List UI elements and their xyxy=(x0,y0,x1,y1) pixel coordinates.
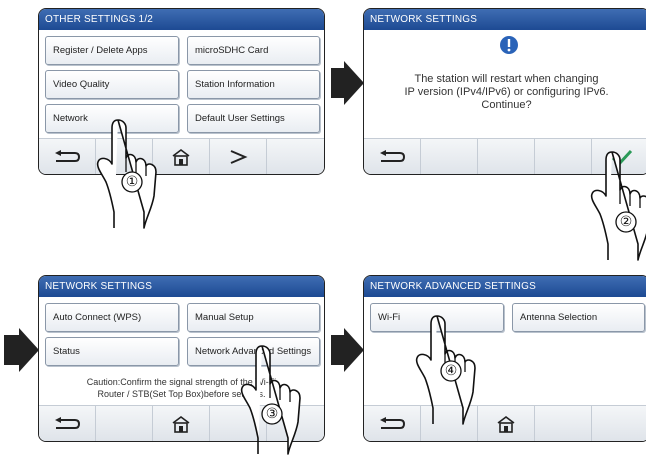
microsdhc-card-button[interactable]: microSDHC Card xyxy=(187,36,320,65)
home-icon xyxy=(172,149,190,166)
confirm-dialog: The station will restart when changing I… xyxy=(364,30,646,140)
network-restart-confirm-screen: NETWORK SETTINGS The station will restar… xyxy=(363,8,646,175)
step-number: ① xyxy=(126,174,139,190)
home-icon xyxy=(497,416,515,433)
flow-arrow-icon xyxy=(4,335,20,365)
manual-setup-button[interactable]: Manual Setup xyxy=(187,303,320,332)
back-arrow-icon xyxy=(380,150,406,162)
home-icon xyxy=(172,416,190,433)
home-button[interactable] xyxy=(153,139,210,174)
confirm-button[interactable] xyxy=(592,139,646,174)
antenna-selection-button[interactable]: Antenna Selection xyxy=(512,303,645,332)
toolbar-empty-slot xyxy=(267,139,324,174)
next-page-button[interactable] xyxy=(210,139,267,174)
back-arrow-icon xyxy=(380,417,406,429)
toolbar-empty-slot xyxy=(478,139,535,174)
bottom-toolbar xyxy=(364,405,646,441)
back-button[interactable] xyxy=(364,139,421,174)
screen-title: NETWORK ADVANCED SETTINGS xyxy=(364,276,646,297)
confirm-message-line: Continue? xyxy=(481,99,532,111)
network-menu: Auto Connect (WPS) Manual Setup Status N… xyxy=(39,297,324,407)
back-button[interactable] xyxy=(39,139,96,174)
exclamation-icon xyxy=(500,36,518,54)
station-information-button[interactable]: Station Information xyxy=(187,70,320,99)
checkmark-icon xyxy=(611,149,632,166)
flow-arrow-icon xyxy=(344,328,364,372)
wifi-button[interactable]: Wi-Fi xyxy=(370,303,504,332)
confirm-message-line: The station will restart when changing xyxy=(414,73,599,85)
back-arrow-icon xyxy=(55,150,81,162)
step-number: ② xyxy=(620,214,633,230)
toolbar-empty-slot xyxy=(535,406,592,441)
network-advanced-settings-button[interactable]: Network Advanced Settings xyxy=(187,337,320,366)
toolbar-empty-slot xyxy=(421,139,478,174)
auto-connect-wps-button[interactable]: Auto Connect (WPS) xyxy=(45,303,179,332)
toolbar-empty-slot xyxy=(210,406,267,441)
home-button[interactable] xyxy=(153,406,210,441)
flow-arrow-icon xyxy=(331,68,345,98)
network-button[interactable]: Network xyxy=(45,104,179,133)
advanced-menu: Wi-Fi Antenna Selection xyxy=(364,297,646,407)
settings-menu: Register / Delete Apps microSDHC Card Vi… xyxy=(39,30,324,140)
toolbar-empty-slot xyxy=(421,406,478,441)
flow-arrow-icon xyxy=(331,335,345,365)
caution-text: Router / STB(Set Top Box)before settings… xyxy=(97,389,266,399)
confirm-message-line: IP version (IPv4/IPv6) or configuring IP… xyxy=(404,86,609,98)
forward-chevron-icon xyxy=(230,150,248,164)
toolbar-empty-slot xyxy=(96,406,153,441)
back-button[interactable] xyxy=(364,406,421,441)
toolbar-empty-slot xyxy=(267,406,324,441)
toolbar-empty-slot xyxy=(592,406,646,441)
other-settings-screen: OTHER SETTINGS 1/2 Register / Delete App… xyxy=(38,8,325,175)
home-button[interactable] xyxy=(478,406,535,441)
network-advanced-settings-screen: NETWORK ADVANCED SETTINGS Wi-Fi Antenna … xyxy=(363,275,646,442)
screen-title: NETWORK SETTINGS xyxy=(39,276,324,297)
status-button[interactable]: Status xyxy=(45,337,179,366)
flow-arrow-icon xyxy=(344,61,364,105)
bottom-toolbar xyxy=(39,405,324,441)
screen-title: OTHER SETTINGS 1/2 xyxy=(39,9,324,30)
bottom-toolbar xyxy=(39,138,324,174)
bottom-toolbar xyxy=(364,138,646,174)
back-arrow-icon xyxy=(55,417,81,429)
default-user-settings-button[interactable]: Default User Settings xyxy=(187,104,320,133)
network-settings-screen: NETWORK SETTINGS Auto Connect (WPS) Manu… xyxy=(38,275,325,442)
video-quality-button[interactable]: Video Quality xyxy=(45,70,179,99)
caution-text: Caution:Confirm the signal strength of t… xyxy=(86,377,277,387)
back-button[interactable] xyxy=(39,406,96,441)
flow-arrow-icon xyxy=(19,328,39,372)
register-delete-apps-button[interactable]: Register / Delete Apps xyxy=(45,36,179,65)
screen-title: NETWORK SETTINGS xyxy=(364,9,646,30)
toolbar-empty-slot xyxy=(535,139,592,174)
toolbar-empty-slot xyxy=(96,139,153,174)
